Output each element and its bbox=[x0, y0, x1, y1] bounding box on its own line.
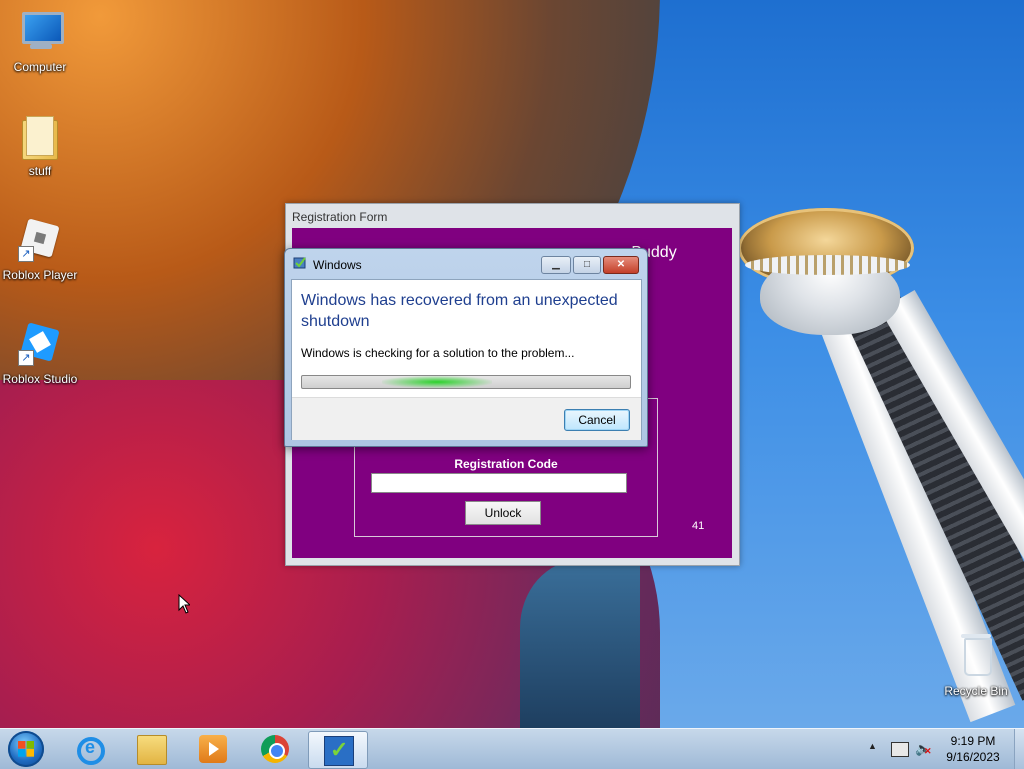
desktop-icon-label: stuff bbox=[28, 164, 52, 178]
cancel-button[interactable]: Cancel bbox=[564, 409, 630, 431]
show-desktop-button[interactable] bbox=[1014, 729, 1024, 769]
network-icon[interactable] bbox=[891, 742, 909, 757]
registration-app-icon bbox=[324, 736, 354, 766]
desktop-icon-roblox-player[interactable]: ↗ Roblox Player bbox=[0, 216, 80, 282]
folder-icon bbox=[16, 112, 64, 160]
progress-bar bbox=[301, 375, 631, 389]
windows-recovery-dialog[interactable]: Windows ▁ □ ✕ Windows has recovered from… bbox=[284, 248, 648, 447]
windows-error-reporting-icon bbox=[293, 257, 306, 269]
window-title: Registration Form bbox=[292, 210, 388, 224]
dialog-footer: Cancel bbox=[292, 397, 641, 440]
chrome-icon bbox=[261, 735, 289, 763]
roblox-studio-icon: ↗ bbox=[16, 320, 64, 368]
desktop-icon-label: Roblox Studio bbox=[2, 372, 78, 386]
clock-date[interactable]: 9/16/2023 bbox=[936, 750, 1010, 764]
taskbar-item-internet-explorer[interactable] bbox=[60, 731, 118, 767]
desktop-icon-recycle-bin[interactable]: Recycle Bin bbox=[936, 632, 1016, 698]
desktop: Computer stuff ↗ Roblox Player ↗ Roblox … bbox=[0, 0, 1024, 728]
dialog-content: Windows has recovered from an unexpected… bbox=[291, 279, 642, 440]
roblox-player-icon: ↗ bbox=[16, 216, 64, 264]
desktop-icon-label: Roblox Player bbox=[2, 268, 78, 282]
dialog-heading: Windows has recovered from an unexpected… bbox=[301, 292, 618, 330]
dialog-title: Windows bbox=[313, 258, 362, 272]
dialog-message: Windows is checking for a solution to th… bbox=[301, 346, 575, 360]
registration-code-label: Registration Code bbox=[454, 457, 558, 471]
minimize-button[interactable]: ▁ bbox=[541, 256, 571, 274]
wallpaper-needle-rim bbox=[745, 255, 910, 275]
progress-indicator bbox=[382, 376, 492, 388]
folder-icon bbox=[137, 735, 167, 765]
close-button[interactable]: ✕ bbox=[603, 256, 639, 274]
taskbar-item-media-player[interactable] bbox=[184, 731, 242, 767]
counter-text: 41 bbox=[692, 520, 705, 532]
shortcut-arrow-icon: ↗ bbox=[18, 350, 34, 366]
desktop-icon-label: Computer bbox=[13, 60, 67, 74]
taskbar-item-windows-explorer[interactable] bbox=[122, 731, 180, 767]
wallpaper-building-glass bbox=[520, 560, 640, 728]
computer-icon bbox=[16, 8, 64, 56]
taskbar: ▲ 🔈 ✕ 9:19 PM 9/16/2023 bbox=[0, 728, 1024, 769]
media-player-icon bbox=[199, 735, 227, 763]
minimize-icon: ▁ bbox=[552, 259, 560, 270]
recycle-bin-icon bbox=[952, 632, 1000, 680]
shortcut-arrow-icon: ↗ bbox=[18, 246, 34, 262]
maximize-icon: □ bbox=[583, 259, 591, 270]
mouse-cursor-icon bbox=[178, 594, 190, 614]
maximize-button[interactable]: □ bbox=[573, 256, 601, 274]
taskbar-item-chrome[interactable] bbox=[246, 731, 304, 767]
internet-explorer-icon bbox=[77, 737, 105, 765]
registration-code-input[interactable] bbox=[371, 473, 627, 493]
desktop-icon-roblox-studio[interactable]: ↗ Roblox Studio bbox=[0, 320, 80, 386]
desktop-icon-stuff[interactable]: stuff bbox=[0, 112, 80, 178]
show-hidden-icons-button[interactable]: ▲ bbox=[868, 741, 877, 751]
start-button[interactable] bbox=[8, 731, 44, 767]
unlock-button[interactable]: Unlock bbox=[465, 501, 541, 525]
desktop-icon-computer[interactable]: Computer bbox=[0, 8, 80, 74]
desktop-icon-label: Recycle Bin bbox=[944, 684, 1008, 698]
clock-time[interactable]: 9:19 PM bbox=[936, 734, 1010, 748]
taskbar-item-registration-app[interactable] bbox=[308, 731, 368, 769]
close-icon: ✕ bbox=[616, 259, 626, 270]
volume-muted-icon: ✕ bbox=[924, 746, 932, 756]
